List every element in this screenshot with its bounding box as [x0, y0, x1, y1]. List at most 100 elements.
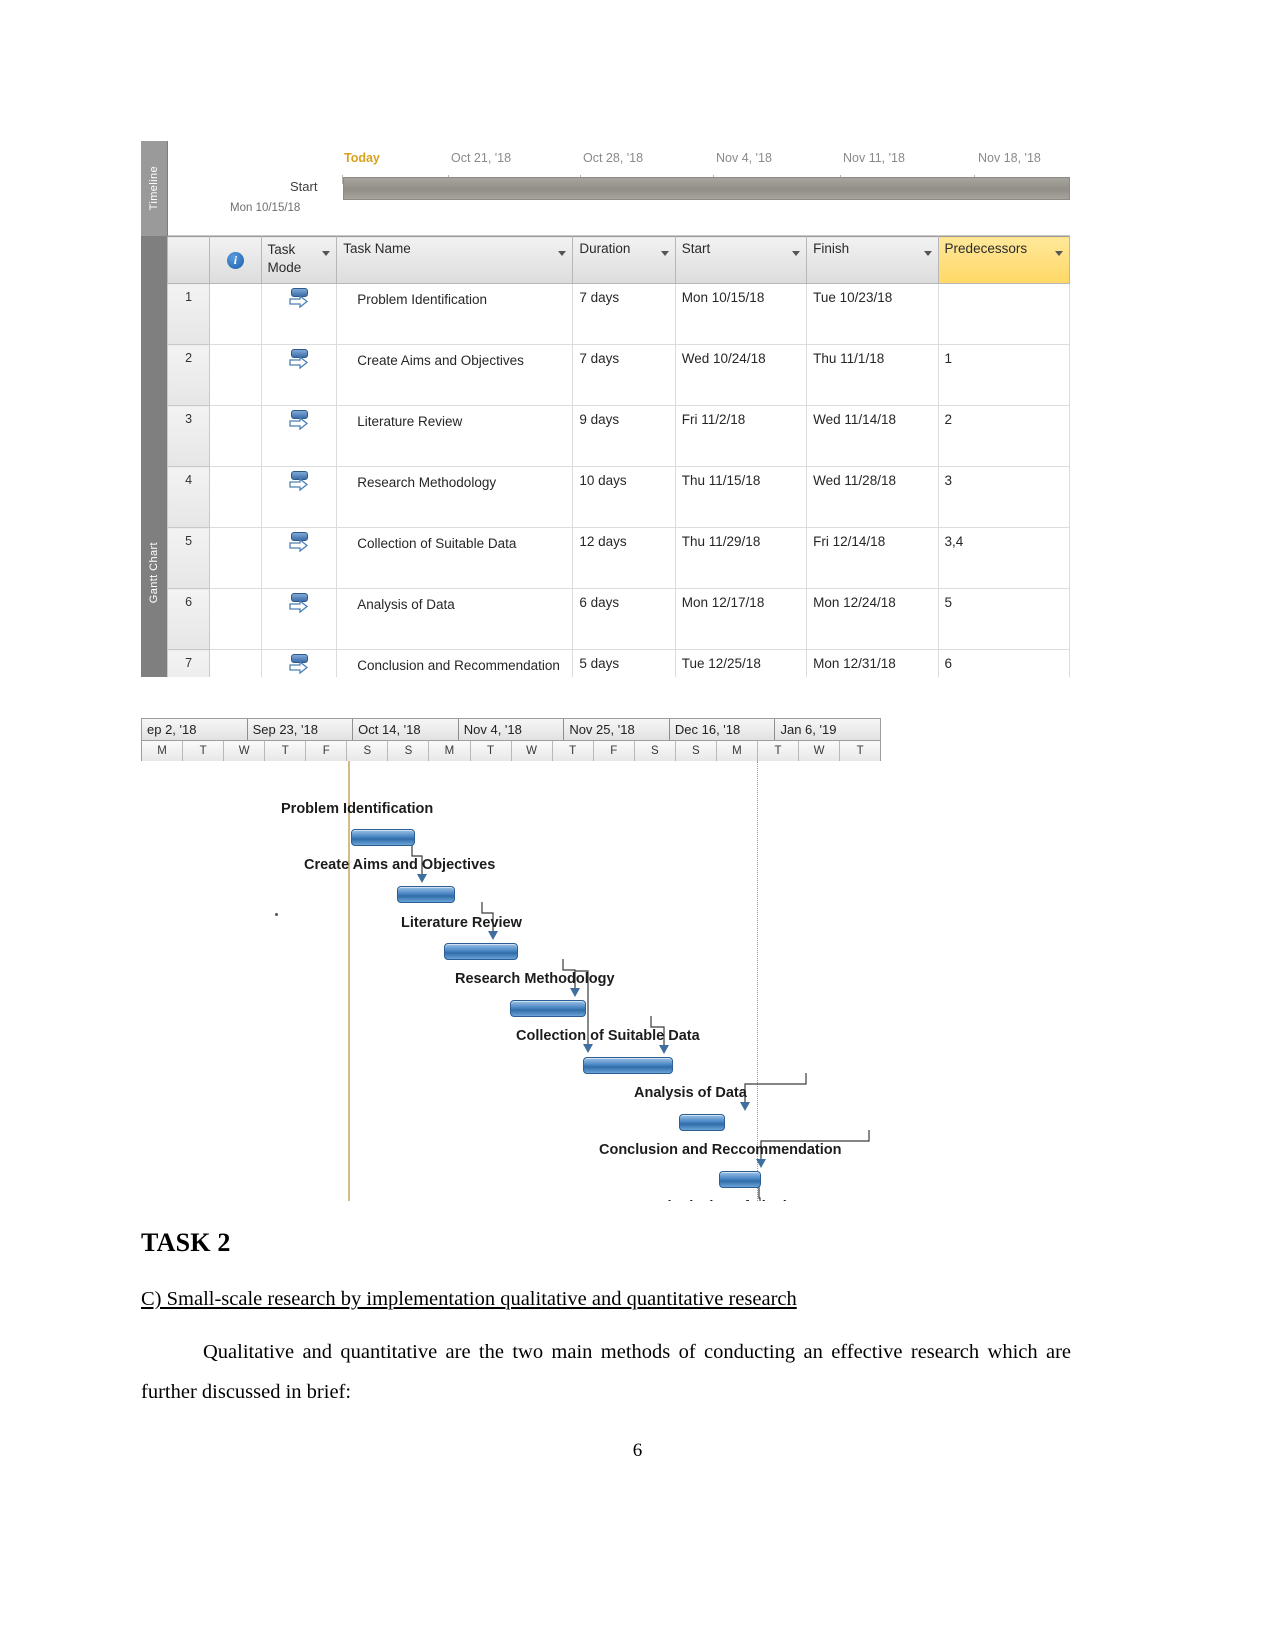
row-indicator[interactable] — [209, 405, 262, 467]
table-row[interactable]: 4 Research Methodology 10 days Thu 11/15… — [167, 466, 1070, 528]
gantt-chart-side-label[interactable]: Gantt Chart — [141, 236, 167, 677]
timeline-project-bar[interactable] — [343, 177, 1070, 200]
chevron-down-icon[interactable] — [1055, 251, 1063, 256]
timeline-tick-4: Nov 18, '18 — [978, 151, 1041, 165]
chevron-down-icon[interactable] — [322, 251, 331, 256]
row-id: 4 — [167, 466, 211, 528]
row-start[interactable]: Thu 11/29/18 — [674, 527, 808, 589]
row-task-name[interactable]: Research Methodology — [336, 466, 574, 528]
row-finish[interactable]: Mon 12/31/18 — [806, 649, 939, 677]
gantt-bar-label: Research Methodology — [455, 971, 615, 987]
gantt-week-label: Jan 6, '19 — [775, 719, 881, 740]
row-duration[interactable]: 7 days — [572, 344, 676, 406]
timeline-tick-1: Oct 28, '18 — [583, 151, 644, 165]
table-row[interactable]: 7 Conclusion and Recommendation 5 days T… — [167, 649, 1070, 677]
row-task-mode[interactable] — [260, 405, 338, 467]
row-start[interactable]: Wed 10/24/18 — [674, 344, 808, 406]
row-id: 2 — [167, 344, 211, 406]
row-indicator[interactable] — [209, 466, 262, 528]
row-start[interactable]: Mon 12/17/18 — [674, 588, 808, 650]
gantt-plot-area[interactable]: Problem Identification Create Aims and O… — [141, 761, 881, 1201]
column-header-task-mode[interactable]: Task Mode — [260, 236, 338, 284]
row-predecessors[interactable]: 5 — [937, 588, 1070, 650]
gantt-bar[interactable] — [351, 829, 415, 846]
row-task-mode[interactable] — [260, 466, 338, 528]
column-header-duration[interactable]: Duration — [572, 236, 676, 284]
body-paragraph: Qualitative and quantitative are the two… — [141, 1333, 1071, 1413]
task-table-container[interactable]: i Task Mode Task Name Duration Start Fin… — [167, 236, 1070, 677]
column-header-finish[interactable]: Finish — [806, 236, 939, 284]
column-header-info[interactable]: i — [209, 236, 262, 284]
gantt-bar[interactable] — [719, 1171, 761, 1188]
row-task-name[interactable]: Literature Review — [336, 405, 574, 467]
row-task-mode[interactable] — [260, 283, 338, 345]
column-header-task-name[interactable]: Task Name — [336, 236, 574, 284]
row-task-name[interactable]: Collection of Suitable Data — [336, 527, 574, 589]
gantt-day-row: M T W T F S S M T W T F S S M T W T — [142, 740, 881, 761]
row-id: 1 — [167, 283, 211, 345]
row-predecessors[interactable]: 6 — [937, 649, 1070, 677]
row-start[interactable]: Thu 11/15/18 — [674, 466, 808, 528]
table-row[interactable]: 2 Create Aims and Objectives 7 days Wed … — [167, 344, 1070, 406]
column-header-start[interactable]: Start — [674, 236, 808, 284]
gantt-bar[interactable] — [397, 886, 455, 903]
table-row[interactable]: 5 Collection of Suitable Data 12 days Th… — [167, 527, 1070, 589]
chevron-down-icon[interactable] — [792, 251, 801, 256]
section-subheading: C) Small-scale research by implementatio… — [141, 1288, 797, 1310]
row-task-mode[interactable] — [260, 588, 338, 650]
timeline-tick-0: Oct 21, '18 — [451, 151, 512, 165]
gantt-timescale-header: ep 2, '18 Sep 23, '18 Oct 14, '18 Nov 4,… — [141, 718, 881, 761]
column-header-id[interactable] — [167, 236, 211, 284]
row-duration[interactable]: 6 days — [572, 588, 676, 650]
row-duration[interactable]: 7 days — [572, 283, 676, 345]
gantt-bar[interactable] — [583, 1057, 673, 1074]
row-finish[interactable]: Mon 12/24/18 — [806, 588, 939, 650]
gantt-bar[interactable] — [444, 943, 518, 960]
row-task-name[interactable]: Conclusion and Recommendation — [336, 649, 574, 677]
gantt-day-label: W — [511, 741, 553, 761]
gantt-chart-side-label-text: Gantt Chart — [148, 541, 160, 603]
row-finish[interactable]: Wed 11/28/18 — [806, 466, 939, 528]
row-predecessors[interactable]: 2 — [937, 405, 1070, 467]
row-start[interactable]: Fri 11/2/18 — [674, 405, 808, 467]
gantt-bar[interactable] — [510, 1000, 586, 1017]
row-task-name[interactable]: Problem Identification — [336, 283, 574, 345]
row-finish[interactable]: Fri 12/14/18 — [806, 527, 939, 589]
row-indicator[interactable] — [209, 527, 262, 589]
row-start[interactable]: Tue 12/25/18 — [674, 649, 808, 677]
row-predecessors[interactable]: 3,4 — [937, 527, 1070, 589]
chevron-down-icon[interactable] — [558, 251, 567, 256]
row-task-name[interactable]: Analysis of Data — [336, 588, 574, 650]
gantt-bar-label: Submission of Final Report — [649, 1199, 838, 1201]
column-header-predecessors[interactable]: Predecessors — [937, 236, 1070, 284]
row-indicator[interactable] — [209, 283, 262, 345]
row-duration[interactable]: 10 days — [572, 466, 676, 528]
table-row[interactable]: 3 Literature Review 9 days Fri 11/2/18 W… — [167, 405, 1070, 467]
chevron-down-icon[interactable] — [923, 251, 932, 256]
row-start[interactable]: Mon 10/15/18 — [674, 283, 808, 345]
timeline-side-label[interactable]: Timeline — [141, 141, 168, 236]
chevron-down-icon[interactable] — [660, 251, 669, 256]
row-indicator[interactable] — [209, 649, 262, 677]
row-predecessors[interactable]: 3 — [937, 466, 1070, 528]
row-finish[interactable]: Wed 11/14/18 — [806, 405, 939, 467]
row-duration[interactable]: 12 days — [572, 527, 676, 589]
row-task-mode[interactable] — [260, 527, 338, 589]
table-row[interactable]: 1 Problem Identification 7 days Mon 10/1… — [167, 283, 1070, 345]
row-task-name[interactable]: Create Aims and Objectives — [336, 344, 574, 406]
row-indicator[interactable] — [209, 344, 262, 406]
row-duration[interactable]: 5 days — [572, 649, 676, 677]
row-task-mode[interactable] — [260, 344, 338, 406]
table-row[interactable]: 6 Analysis of Data 6 days Mon 12/17/18 M… — [167, 588, 1070, 650]
row-predecessors[interactable]: 1 — [937, 344, 1070, 406]
row-indicator[interactable] — [209, 588, 262, 650]
row-duration[interactable]: 9 days — [572, 405, 676, 467]
timeline-body[interactable]: Today Oct 21, '18 Oct 28, '18 Nov 4, '18… — [168, 141, 1070, 236]
row-finish[interactable]: Tue 10/23/18 — [806, 283, 939, 345]
row-predecessors[interactable] — [937, 283, 1070, 345]
row-finish[interactable]: Thu 11/1/18 — [806, 344, 939, 406]
gantt-bar-label: Collection of Suitable Data — [516, 1028, 700, 1044]
row-task-mode[interactable] — [260, 649, 338, 677]
gantt-bar[interactable] — [679, 1114, 725, 1131]
gantt-day-label: T — [265, 741, 307, 761]
